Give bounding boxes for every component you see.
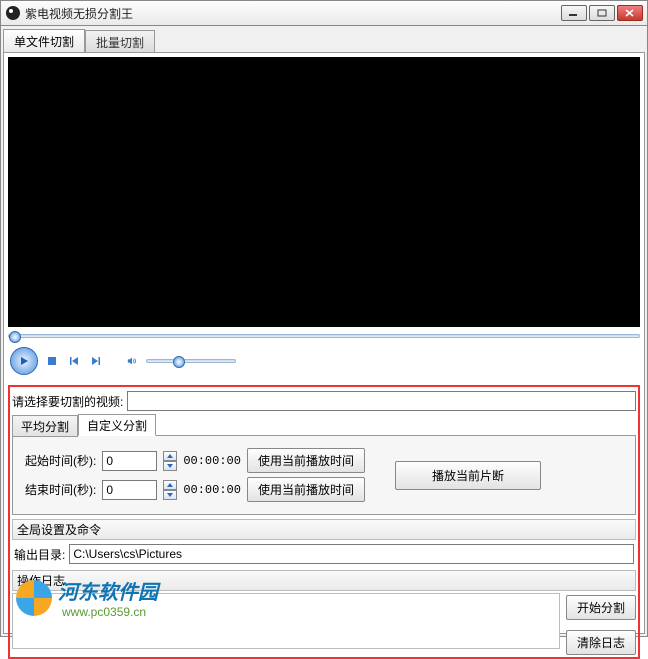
minimize-button[interactable]: [561, 5, 587, 21]
end-spin-up[interactable]: [163, 480, 177, 490]
window-title: 紫电视频无损分割王: [25, 5, 561, 22]
close-button[interactable]: [617, 5, 643, 21]
tab-content: 请选择要切割的视频: 平均分割 自定义分割 起始时间(秒):: [3, 52, 645, 634]
output-dir-label: 输出目录:: [14, 546, 65, 563]
titlebar: 紫电视频无损分割王: [0, 0, 648, 26]
prev-button[interactable]: [66, 353, 82, 369]
video-preview[interactable]: [8, 57, 640, 327]
end-time-input[interactable]: [102, 480, 157, 500]
volume-slider[interactable]: [146, 359, 236, 363]
start-timecode: 00:00:00: [183, 454, 241, 468]
start-spin-up[interactable]: [163, 451, 177, 461]
play-segment-button[interactable]: 播放当前片断: [395, 461, 541, 490]
maximize-button[interactable]: [589, 5, 615, 21]
watermark-name: 河东软件园: [58, 576, 158, 605]
end-spin-down[interactable]: [163, 490, 177, 500]
subtab-custom[interactable]: 自定义分割: [78, 414, 156, 436]
subtab-average[interactable]: 平均分割: [12, 415, 78, 437]
use-current-start-button[interactable]: 使用当前播放时间: [247, 448, 365, 473]
highlight-region: 请选择要切割的视频: 平均分割 自定义分割 起始时间(秒):: [8, 385, 640, 659]
start-split-button[interactable]: 开始分割: [566, 595, 636, 620]
start-time-input[interactable]: [102, 451, 157, 471]
end-timecode: 00:00:00: [183, 483, 241, 497]
video-path-input[interactable]: [127, 391, 636, 411]
tab-single-file[interactable]: 单文件切割: [3, 29, 85, 53]
main-tabstrip: 单文件切割 批量切割: [3, 28, 645, 52]
output-dir-input[interactable]: [69, 544, 634, 564]
start-time-label: 起始时间(秒):: [25, 452, 96, 469]
clear-log-button[interactable]: 清除日志: [566, 630, 636, 655]
watermark-url: www.pc0359.cn: [62, 605, 158, 619]
watermark: 河东软件园 www.pc0359.cn: [16, 576, 158, 619]
play-button[interactable]: [10, 347, 38, 375]
select-video-label: 请选择要切割的视频:: [12, 393, 123, 410]
end-time-label: 结束时间(秒):: [25, 481, 96, 498]
next-button[interactable]: [88, 353, 104, 369]
seek-thumb[interactable]: [9, 331, 21, 343]
log-area: 河东软件园 www.pc0359.cn: [12, 593, 560, 649]
volume-icon[interactable]: [124, 353, 140, 369]
seek-bar[interactable]: [8, 331, 640, 341]
volume-thumb[interactable]: [173, 356, 185, 368]
start-spin-down[interactable]: [163, 461, 177, 471]
stop-button[interactable]: [44, 353, 60, 369]
use-current-end-button[interactable]: 使用当前播放时间: [247, 477, 365, 502]
app-icon: [5, 5, 21, 21]
tab-batch[interactable]: 批量切割: [85, 30, 155, 54]
watermark-icon: [16, 580, 52, 616]
global-settings-title: 全局设置及命令: [12, 519, 636, 540]
custom-split-panel: 起始时间(秒): 00:00:00 使用当前播放时间 结束时间(秒):: [12, 435, 636, 515]
